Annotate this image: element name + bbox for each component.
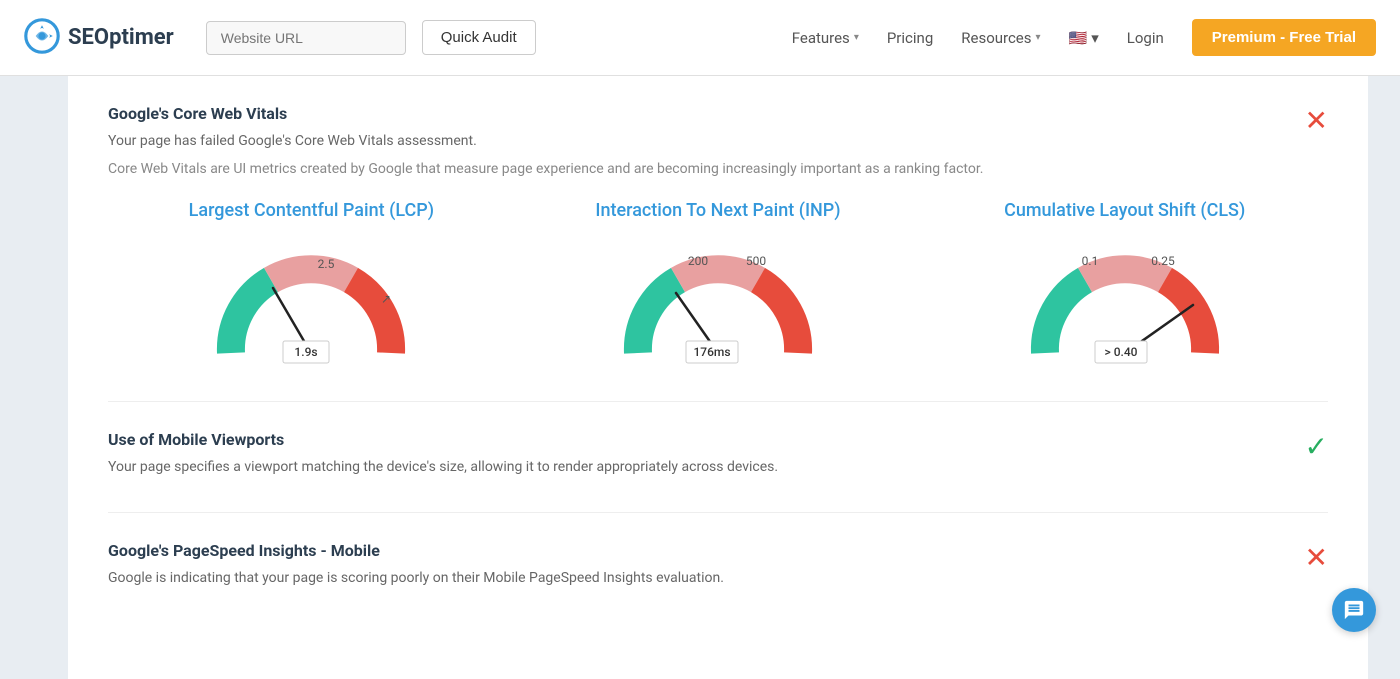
- svg-text:2.5: 2.5: [318, 257, 335, 271]
- sidebar-left: [0, 76, 68, 679]
- pagespeed-mobile-status-icon: ✕: [1305, 541, 1328, 574]
- pagespeed-mobile-title: Google's PageSpeed Insights - Mobile: [108, 541, 1328, 560]
- premium-button[interactable]: Premium - Free Trial: [1192, 19, 1376, 56]
- inp-label: Interaction To Next Paint (INP): [595, 200, 840, 221]
- logo-icon: [24, 18, 60, 58]
- svg-text:200: 200: [688, 254, 708, 268]
- chat-button[interactable]: [1332, 588, 1376, 632]
- lcp-gauge: Largest Contentful Paint (LCP) 2.5: [108, 200, 515, 373]
- main-wrapper: ✕ Google's Core Web Vitals Your page has…: [0, 76, 1400, 679]
- url-input[interactable]: [206, 21, 406, 55]
- cls-gauge-container: 0.1 0.25 > 0.40: [1015, 233, 1235, 373]
- svg-text:0.1: 0.1: [1081, 254, 1098, 268]
- lcp-gauge-container: 2.5 ↗ 1.9s: [201, 233, 421, 373]
- features-chevron: ▾: [854, 32, 859, 43]
- flag-chevron: ▾: [1091, 29, 1099, 47]
- core-web-vitals-desc: Your page has failed Google's Core Web V…: [108, 131, 1328, 152]
- login-link[interactable]: Login: [1127, 29, 1164, 47]
- svg-text:500: 500: [746, 254, 766, 268]
- logo: SEOptimer: [24, 18, 174, 58]
- cls-label: Cumulative Layout Shift (CLS): [1004, 200, 1245, 221]
- chat-icon: [1343, 599, 1365, 621]
- quick-audit-button[interactable]: Quick Audit: [422, 20, 536, 55]
- inp-gauge-container: 200 500 176ms: [608, 233, 828, 373]
- mobile-viewports-title: Use of Mobile Viewports: [108, 430, 1328, 449]
- content-area: ✕ Google's Core Web Vitals Your page has…: [68, 76, 1368, 679]
- svg-text:176ms: 176ms: [693, 345, 730, 359]
- navbar: SEOptimer Quick Audit Features ▾ Pricing…: [0, 0, 1400, 76]
- features-link[interactable]: Features ▾: [792, 29, 859, 47]
- pagespeed-mobile-desc: Google is indicating that your page is s…: [108, 568, 1328, 589]
- core-web-vitals-title: Google's Core Web Vitals: [108, 104, 1328, 123]
- nav-links: Features ▾ Pricing Resources ▾ 🇺🇸 ▾ Logi…: [792, 19, 1376, 56]
- mobile-viewports-section: ✓ Use of Mobile Viewports Your page spec…: [108, 430, 1328, 513]
- mobile-viewports-desc: Your page specifies a viewport matching …: [108, 457, 1328, 478]
- lcp-label: Largest Contentful Paint (LCP): [189, 200, 434, 221]
- cls-gauge: Cumulative Layout Shift (CLS) 0.1 0.25: [921, 200, 1328, 373]
- svg-text:> 0.40: > 0.40: [1104, 345, 1137, 359]
- gauges-row: Largest Contentful Paint (LCP) 2.5: [108, 200, 1328, 373]
- resources-chevron: ▾: [1036, 32, 1041, 43]
- mobile-viewports-status-icon: ✓: [1305, 430, 1328, 463]
- svg-text:↗: ↗: [381, 292, 391, 306]
- core-web-vitals-status-icon: ✕: [1305, 104, 1328, 137]
- pricing-link[interactable]: Pricing: [887, 29, 933, 47]
- inp-gauge: Interaction To Next Paint (INP) 200 500: [515, 200, 922, 373]
- logo-text: SEOptimer: [68, 25, 174, 50]
- pagespeed-mobile-section: ✕ Google's PageSpeed Insights - Mobile G…: [108, 541, 1328, 623]
- core-web-vitals-section: ✕ Google's Core Web Vitals Your page has…: [108, 104, 1328, 402]
- svg-text:0.25: 0.25: [1151, 254, 1175, 268]
- core-web-vitals-desc2: Core Web Vitals are UI metrics created b…: [108, 158, 1328, 180]
- flag-icon: 🇺🇸: [1069, 29, 1088, 47]
- resources-link[interactable]: Resources ▾: [961, 29, 1040, 47]
- svg-text:1.9s: 1.9s: [295, 345, 318, 359]
- sidebar-right: [1368, 76, 1400, 679]
- language-selector[interactable]: 🇺🇸 ▾: [1069, 29, 1099, 47]
